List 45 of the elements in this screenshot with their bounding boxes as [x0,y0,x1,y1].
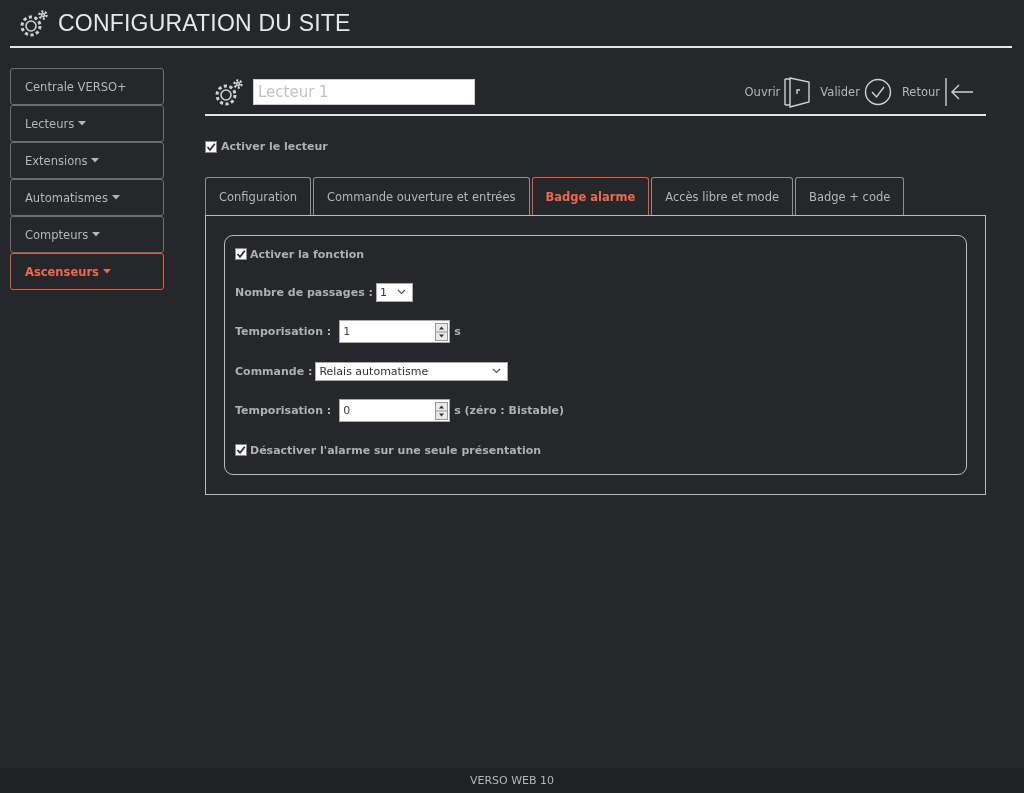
dropdown[interactable]: 1 [375,282,413,302]
door-icon [784,76,811,108]
spinner-icon [435,322,449,341]
back-arrow-icon [944,77,974,107]
unit-label: s [454,325,461,338]
toolbar-button[interactable]: Ouvrir [744,76,811,108]
footer-text: VERSO WEB 10 [469,774,555,787]
checkbox-label: Activer le lecteur [221,140,328,153]
number-field[interactable]: 0 [339,399,451,422]
page-title: CONFIGURATION DU SITE [58,9,351,37]
toolbar-button[interactable]: Valider [820,78,892,106]
spinner-icon [435,401,449,420]
check-icon [236,445,246,455]
tab[interactable]: Accès libre et mode [651,177,794,215]
check-circle-icon [863,78,892,106]
field-label: Commande : [235,364,313,378]
chevron-down-icon [396,289,406,295]
sidebar-item[interactable]: Compteurs [10,216,164,253]
tab[interactable]: Badge + code [795,177,905,215]
sidebar-item[interactable]: Extensions [10,142,164,179]
unit-label: s (zéro : Bistable) [454,404,565,417]
toolbar-button[interactable]: Retour [901,77,974,107]
sidebar-item[interactable]: Lecteurs [10,105,164,142]
tab[interactable]: Badge alarme [531,177,650,215]
field-label: Temporisation : [235,404,332,417]
name-field[interactable]: Lecteur 1 [253,79,475,105]
checkbox-label: Activer la fonction [250,247,365,261]
number-field[interactable]: 1 [339,320,451,343]
field-label: Nombre de passages : [235,285,373,299]
checkbox[interactable] [205,140,217,153]
sidebar-item[interactable]: Centrale VERSO+ [10,68,164,105]
chevron-down-icon [492,368,502,374]
dropdown[interactable]: Relais automatisme [315,361,509,381]
gears-icon [18,8,50,38]
checkbox-label: Désactiver l'alarme sur une seule présentation [250,443,542,457]
sidebar-item[interactable]: Ascenseurs [10,253,164,290]
field-label: Temporisation : [235,325,332,338]
sidebar-item[interactable]: Automatismes [10,179,164,216]
tab[interactable]: Configuration [205,177,311,215]
check-icon [236,249,246,259]
tab[interactable]: Commande ouverture et entrées [313,177,530,215]
checkbox[interactable] [235,444,247,456]
gears-icon [213,77,245,107]
check-icon [206,141,216,152]
checkbox[interactable] [235,248,247,260]
